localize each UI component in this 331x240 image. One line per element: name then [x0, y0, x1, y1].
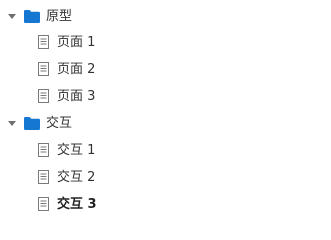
tree-page-label: 交互 2 [57, 169, 96, 185]
tree-folder-label: 交互 [46, 115, 73, 131]
tree-folder-prototype[interactable]: 原型 [8, 3, 72, 29]
tree-page-label: 页面 1 [57, 34, 96, 50]
tree-page-item[interactable]: 页面 1 [38, 29, 95, 55]
tree-page-label: 页面 2 [57, 61, 96, 77]
page-icon [38, 62, 49, 76]
tree-page-label: 交互 1 [57, 142, 96, 158]
page-icon [38, 197, 49, 211]
chevron-down-icon[interactable] [8, 14, 16, 19]
tree-page-item[interactable]: 页面 3 [38, 83, 95, 109]
tree-page-item[interactable]: 交互 2 [38, 164, 95, 190]
tree-page-label: 页面 3 [57, 88, 96, 104]
page-icon [38, 89, 49, 103]
folder-icon [24, 9, 40, 23]
page-icon [38, 35, 49, 49]
page-icon [38, 170, 49, 184]
tree-page-item-selected[interactable]: 交互 3 [38, 191, 97, 217]
tree-folder-label: 原型 [46, 8, 73, 24]
page-icon [38, 143, 49, 157]
tree-page-label: 交互 3 [57, 196, 97, 212]
tree-folder-interaction[interactable]: 交互 [8, 110, 72, 136]
chevron-down-icon[interactable] [8, 121, 16, 126]
folder-icon [24, 116, 40, 130]
tree-page-item[interactable]: 页面 2 [38, 56, 95, 82]
tree-page-item[interactable]: 交互 1 [38, 137, 95, 163]
page-tree: 原型 页面 1 页面 2 页面 3 交互 交互 1 交互 2 交互 3 [0, 0, 331, 235]
